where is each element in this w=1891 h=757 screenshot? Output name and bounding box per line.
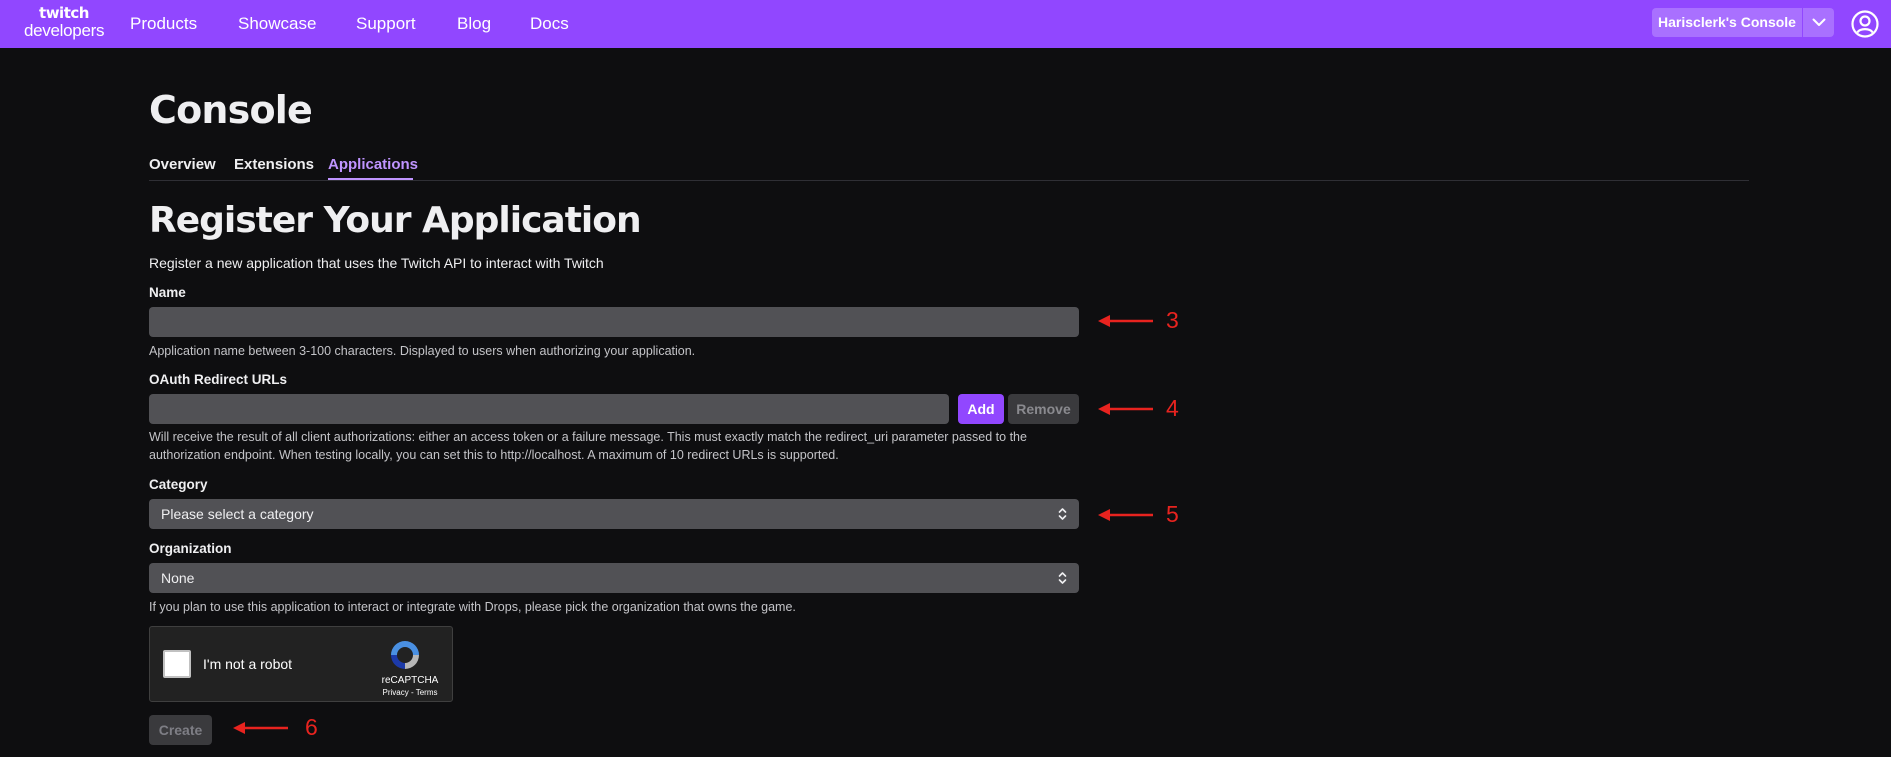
annotation-arrow-icon [1098, 403, 1153, 415]
organization-select[interactable]: None [149, 563, 1079, 593]
name-help-text: Application name between 3-100 character… [149, 344, 696, 358]
recaptcha-checkbox[interactable] [163, 650, 191, 678]
twitch-developers-logo[interactable]: twitch developers [24, 5, 104, 43]
oauth-help-text: Will receive the result of all client au… [149, 430, 1027, 462]
logo-line-1: twitch [39, 4, 89, 22]
recaptcha-brand: reCAPTCHA [381, 675, 439, 686]
page-title: Register Your Application [149, 200, 642, 241]
tab-extensions[interactable]: Extensions [234, 156, 314, 173]
annotation-number: 4 [1166, 395, 1179, 421]
remove-url-button[interactable]: Remove [1008, 394, 1079, 424]
page-subtitle: Register a new application that uses the… [149, 255, 604, 271]
nav-link-products[interactable]: Products [130, 0, 197, 48]
chevron-down-icon [1812, 18, 1826, 26]
oauth-redirect-input[interactable] [149, 394, 949, 424]
active-tab-indicator [328, 178, 413, 180]
organization-label: Organization [149, 541, 232, 556]
nav-link-docs[interactable]: Docs [530, 0, 569, 48]
organization-help-text: If you plan to use this application to i… [149, 600, 796, 614]
select-arrows-icon [1058, 572, 1067, 584]
recaptcha-logo-icon [391, 641, 419, 669]
tab-overview[interactable]: Overview [149, 156, 216, 173]
annotation-arrow-icon [233, 722, 288, 734]
console-dropdown-button[interactable] [1803, 8, 1834, 37]
recaptcha-widget: I'm not a robot reCAPTCHA Privacy - Term… [149, 626, 453, 702]
console-title: Console [149, 88, 313, 132]
category-label: Category [149, 477, 208, 492]
tab-divider [149, 180, 1749, 181]
logo-line-2: developers [24, 21, 105, 40]
add-url-button[interactable]: Add [958, 394, 1004, 424]
organization-selected-value: None [161, 570, 195, 586]
recaptcha-label: I'm not a robot [203, 656, 293, 672]
annotation-number: 3 [1166, 307, 1179, 333]
select-arrows-icon [1058, 508, 1067, 520]
tab-applications[interactable]: Applications [328, 156, 418, 173]
oauth-label: OAuth Redirect URLs [149, 372, 288, 387]
user-avatar[interactable] [1851, 10, 1879, 38]
top-nav: twitch developers Products Showcase Supp… [0, 0, 1891, 48]
console-button[interactable]: Harisclerk's Console [1652, 8, 1802, 37]
name-label: Name [149, 285, 186, 300]
nav-link-support[interactable]: Support [356, 0, 416, 48]
recaptcha-privacy-terms[interactable]: Privacy - Terms [372, 688, 448, 697]
name-input[interactable] [149, 307, 1079, 337]
category-selected-value: Please select a category [161, 506, 314, 522]
annotation-number: 5 [1166, 501, 1179, 527]
create-button[interactable]: Create [149, 715, 212, 745]
category-select[interactable]: Please select a category [149, 499, 1079, 529]
nav-link-blog[interactable]: Blog [457, 0, 491, 48]
annotation-number: 6 [305, 714, 318, 740]
user-icon [1851, 10, 1879, 38]
annotation-arrow-icon [1098, 315, 1153, 327]
annotation-arrow-icon [1098, 509, 1153, 521]
nav-link-showcase[interactable]: Showcase [238, 0, 316, 48]
